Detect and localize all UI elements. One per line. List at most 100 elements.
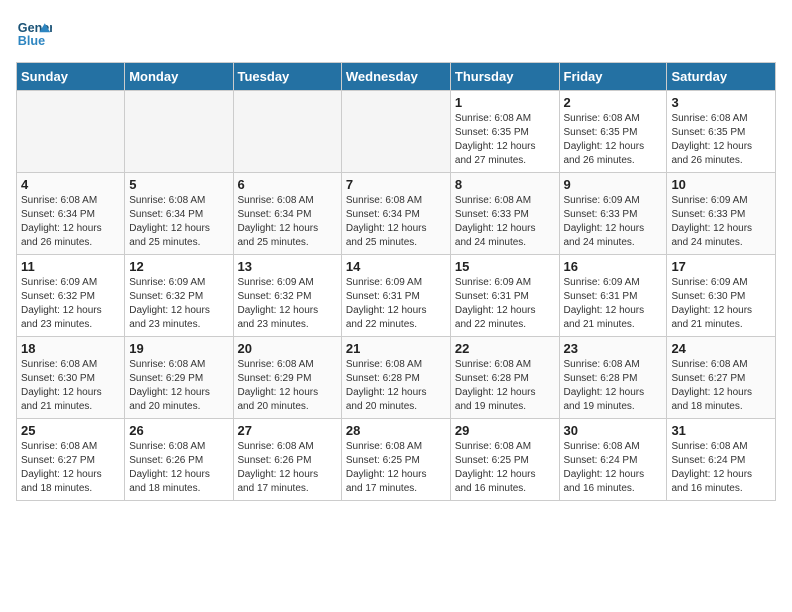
day-number: 24 [671, 341, 771, 356]
day-number: 22 [455, 341, 555, 356]
day-info: Sunrise: 6:09 AMSunset: 6:30 PMDaylight:… [671, 276, 771, 332]
day-info: Sunrise: 6:08 AMSunset: 6:28 PMDaylight:… [564, 358, 663, 414]
weekday-header: Thursday [450, 63, 559, 91]
day-number: 21 [346, 341, 446, 356]
logo-icon: General Blue [16, 16, 52, 52]
calendar-day-cell: 9 Sunrise: 6:09 AMSunset: 6:33 PMDaylight… [559, 173, 667, 255]
day-info: Sunrise: 6:08 AMSunset: 6:26 PMDaylight:… [129, 440, 228, 496]
calendar-day-cell: 31Sunrise: 6:08 AMSunset: 6:24 PMDayligh… [667, 419, 776, 501]
calendar-week-row: 11 Sunrise: 6:09 AMSunset: 6:32 PMDayligh… [17, 255, 776, 337]
day-info: Sunrise: 6:08 AMSunset: 6:25 PMDaylight:… [346, 440, 446, 496]
day-number: 1 [455, 95, 555, 110]
day-info: Sunrise: 6:08 AMSunset: 6:29 PMDaylight:… [238, 358, 337, 414]
calendar-day-cell: 18 Sunrise: 6:08 AMSunset: 6:30 PMDayligh… [17, 337, 125, 419]
weekday-header: Wednesday [341, 63, 450, 91]
calendar-day-cell: 7 Sunrise: 6:08 AMSunset: 6:34 PMDaylight… [341, 173, 450, 255]
calendar-day-cell: 16 Sunrise: 6:09 AMSunset: 6:31 PMDayligh… [559, 255, 667, 337]
day-number: 14 [346, 259, 446, 274]
day-info: Sunrise: 6:09 AMSunset: 6:31 PMDaylight:… [564, 276, 663, 332]
day-number: 17 [671, 259, 771, 274]
calendar-day-cell: 14Sunrise: 6:09 AMSunset: 6:31 PMDayligh… [341, 255, 450, 337]
day-number: 4 [21, 177, 120, 192]
day-number: 8 [455, 177, 555, 192]
page-header: General Blue [16, 16, 776, 52]
calendar-day-cell: 8 Sunrise: 6:08 AMSunset: 6:33 PMDaylight… [450, 173, 559, 255]
calendar-week-row: 18 Sunrise: 6:08 AMSunset: 6:30 PMDayligh… [17, 337, 776, 419]
day-number: 18 [21, 341, 120, 356]
day-info: Sunrise: 6:09 AMSunset: 6:33 PMDaylight:… [671, 194, 771, 250]
calendar-day-cell: 5 Sunrise: 6:08 AMSunset: 6:34 PMDaylight… [125, 173, 233, 255]
day-number: 25 [21, 423, 120, 438]
calendar-day-cell: 23Sunrise: 6:08 AMSunset: 6:28 PMDayligh… [559, 337, 667, 419]
day-info: Sunrise: 6:08 AMSunset: 6:27 PMDaylight:… [671, 358, 771, 414]
calendar-day-cell: 30Sunrise: 6:08 AMSunset: 6:24 PMDayligh… [559, 419, 667, 501]
day-info: Sunrise: 6:09 AMSunset: 6:33 PMDaylight:… [564, 194, 663, 250]
calendar-day-cell: 11Sunrise: 6:09 AMSunset: 6:32 PMDayligh… [17, 255, 125, 337]
calendar-day-cell: 29 Sunrise: 6:08 AMSunset: 6:25 PMDayligh… [450, 419, 559, 501]
calendar-day-cell: 2 Sunrise: 6:08 AMSunset: 6:35 PMDaylight… [559, 91, 667, 173]
calendar-day-cell: 17 Sunrise: 6:09 AMSunset: 6:30 PMDayligh… [667, 255, 776, 337]
day-info: Sunrise: 6:09 AMSunset: 6:32 PMDaylight:… [238, 276, 337, 332]
day-info: Sunrise: 6:08 AMSunset: 6:35 PMDaylight:… [564, 112, 663, 168]
weekday-header: Saturday [667, 63, 776, 91]
calendar-day-cell: 25Sunrise: 6:08 AMSunset: 6:27 PMDayligh… [17, 419, 125, 501]
day-info: Sunrise: 6:08 AMSunset: 6:26 PMDaylight:… [238, 440, 337, 496]
day-number: 13 [238, 259, 337, 274]
logo: General Blue [16, 16, 52, 52]
day-number: 7 [346, 177, 446, 192]
day-number: 12 [129, 259, 228, 274]
day-number: 6 [238, 177, 337, 192]
day-info: Sunrise: 6:08 AMSunset: 6:34 PMDaylight:… [129, 194, 228, 250]
calendar-day-cell: 20 Sunrise: 6:08 AMSunset: 6:29 PMDayligh… [233, 337, 341, 419]
day-number: 26 [129, 423, 228, 438]
day-info: Sunrise: 6:08 AMSunset: 6:28 PMDaylight:… [455, 358, 555, 414]
calendar-day-cell [233, 91, 341, 173]
day-info: Sunrise: 6:08 AMSunset: 6:34 PMDaylight:… [346, 194, 446, 250]
day-info: Sunrise: 6:08 AMSunset: 6:35 PMDaylight:… [455, 112, 555, 168]
day-info: Sunrise: 6:08 AMSunset: 6:28 PMDaylight:… [346, 358, 446, 414]
day-number: 16 [564, 259, 663, 274]
weekday-header: Tuesday [233, 63, 341, 91]
day-info: Sunrise: 6:08 AMSunset: 6:25 PMDaylight:… [455, 440, 555, 496]
calendar-day-cell: 21 Sunrise: 6:08 AMSunset: 6:28 PMDayligh… [341, 337, 450, 419]
day-info: Sunrise: 6:08 AMSunset: 6:34 PMDaylight:… [21, 194, 120, 250]
day-number: 20 [238, 341, 337, 356]
day-number: 9 [564, 177, 663, 192]
day-number: 11 [21, 259, 120, 274]
calendar-day-cell: 19 Sunrise: 6:08 AMSunset: 6:29 PMDayligh… [125, 337, 233, 419]
day-number: 31 [671, 423, 771, 438]
calendar-table: SundayMondayTuesdayWednesdayThursdayFrid… [16, 62, 776, 501]
calendar-day-cell: 6 Sunrise: 6:08 AMSunset: 6:34 PMDaylight… [233, 173, 341, 255]
calendar-day-cell [17, 91, 125, 173]
calendar-day-cell: 27 Sunrise: 6:08 AMSunset: 6:26 PMDayligh… [233, 419, 341, 501]
day-number: 10 [671, 177, 771, 192]
day-number: 28 [346, 423, 446, 438]
calendar-day-cell: 1 Sunrise: 6:08 AMSunset: 6:35 PMDaylight… [450, 91, 559, 173]
calendar-day-cell [125, 91, 233, 173]
day-info: Sunrise: 6:08 AMSunset: 6:29 PMDaylight:… [129, 358, 228, 414]
day-info: Sunrise: 6:08 AMSunset: 6:35 PMDaylight:… [671, 112, 771, 168]
calendar-week-row: 4 Sunrise: 6:08 AMSunset: 6:34 PMDaylight… [17, 173, 776, 255]
day-number: 5 [129, 177, 228, 192]
calendar-day-cell: 15 Sunrise: 6:09 AMSunset: 6:31 PMDayligh… [450, 255, 559, 337]
calendar-day-cell: 4 Sunrise: 6:08 AMSunset: 6:34 PMDaylight… [17, 173, 125, 255]
day-number: 29 [455, 423, 555, 438]
day-info: Sunrise: 6:09 AMSunset: 6:32 PMDaylight:… [129, 276, 228, 332]
weekday-header: Monday [125, 63, 233, 91]
day-info: Sunrise: 6:08 AMSunset: 6:24 PMDaylight:… [564, 440, 663, 496]
calendar-week-row: 25Sunrise: 6:08 AMSunset: 6:27 PMDayligh… [17, 419, 776, 501]
calendar-day-cell: 10 Sunrise: 6:09 AMSunset: 6:33 PMDayligh… [667, 173, 776, 255]
day-info: Sunrise: 6:08 AMSunset: 6:33 PMDaylight:… [455, 194, 555, 250]
calendar-day-cell [341, 91, 450, 173]
day-info: Sunrise: 6:08 AMSunset: 6:30 PMDaylight:… [21, 358, 120, 414]
day-info: Sunrise: 6:08 AMSunset: 6:34 PMDaylight:… [238, 194, 337, 250]
day-info: Sunrise: 6:09 AMSunset: 6:31 PMDaylight:… [455, 276, 555, 332]
day-number: 19 [129, 341, 228, 356]
day-number: 15 [455, 259, 555, 274]
day-number: 27 [238, 423, 337, 438]
calendar-day-cell: 12 Sunrise: 6:09 AMSunset: 6:32 PMDayligh… [125, 255, 233, 337]
calendar-day-cell: 26 Sunrise: 6:08 AMSunset: 6:26 PMDayligh… [125, 419, 233, 501]
calendar-day-cell: 28 Sunrise: 6:08 AMSunset: 6:25 PMDayligh… [341, 419, 450, 501]
day-number: 2 [564, 95, 663, 110]
calendar-day-cell: 24 Sunrise: 6:08 AMSunset: 6:27 PMDayligh… [667, 337, 776, 419]
